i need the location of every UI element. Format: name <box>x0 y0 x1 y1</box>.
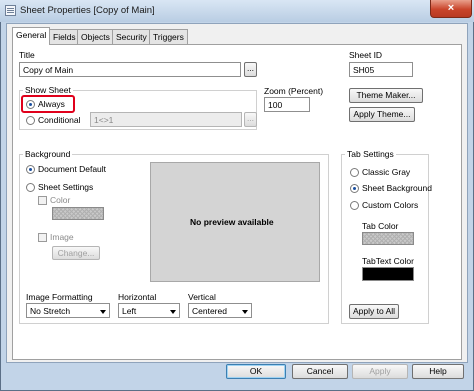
help-button[interactable]: Help <box>412 364 464 379</box>
chevron-down-icon <box>100 310 106 314</box>
tab-settings-label: Tab Settings <box>345 149 396 159</box>
tab-security[interactable]: Security <box>112 29 151 44</box>
horizontal-value: Left <box>122 306 137 316</box>
image-formatting-value: No Stretch <box>30 306 71 316</box>
tab-triggers[interactable]: Triggers <box>149 29 188 44</box>
classic-gray-label[interactable]: Classic Gray <box>362 167 410 177</box>
horizontal-select[interactable]: Left <box>118 303 180 318</box>
conditional-radio[interactable] <box>26 116 35 125</box>
sheet-settings-label[interactable]: Sheet Settings <box>38 182 93 192</box>
condition-expression-button[interactable]: ... <box>244 112 257 127</box>
sheet-background-label[interactable]: Sheet Background <box>362 183 432 193</box>
image-formatting-label: Image Formatting <box>26 292 93 302</box>
tab-color-label: Tab Color <box>362 221 399 231</box>
apply-to-all-button[interactable]: Apply to All <box>349 304 399 319</box>
vertical-select[interactable]: Centered <box>188 303 252 318</box>
background-color-swatch[interactable] <box>52 207 104 220</box>
color-label: Color <box>50 195 71 205</box>
custom-colors-radio[interactable] <box>350 201 359 210</box>
window-title: Sheet Properties [Copy of Main] <box>20 5 155 16</box>
image-formatting-select[interactable]: No Stretch <box>26 303 110 318</box>
conditional-label[interactable]: Conditional <box>38 115 81 125</box>
vertical-value: Centered <box>192 306 227 316</box>
sheet-id-input[interactable]: SH05 <box>349 62 413 77</box>
horizontal-label: Horizontal <box>118 292 157 302</box>
document-default-label[interactable]: Document Default <box>38 164 106 174</box>
preview-text: No preview available <box>190 217 274 227</box>
image-label: Image <box>50 232 74 242</box>
tab-color-swatch[interactable] <box>362 232 414 245</box>
show-sheet-label: Show Sheet <box>23 85 73 95</box>
ok-button[interactable]: OK <box>226 364 286 379</box>
sheet-icon <box>5 5 16 16</box>
sheet-settings-radio[interactable] <box>26 183 35 192</box>
tab-general[interactable]: General <box>12 27 51 45</box>
theme-maker-button[interactable]: Theme Maker... <box>349 88 423 103</box>
apply-theme-button[interactable]: Apply Theme... <box>349 107 415 122</box>
custom-colors-label[interactable]: Custom Colors <box>362 200 418 210</box>
zoom-label: Zoom (Percent) <box>264 86 324 96</box>
cancel-button[interactable]: Cancel <box>292 364 348 379</box>
zoom-input[interactable]: 100 <box>264 97 310 112</box>
vertical-label: Vertical <box>188 292 216 302</box>
title-label: Title <box>19 50 35 60</box>
apply-button[interactable]: Apply <box>352 364 408 379</box>
tab-fields[interactable]: Fields <box>49 29 80 44</box>
image-checkbox[interactable] <box>38 233 47 242</box>
highlight-mark <box>21 95 75 113</box>
close-button[interactable]: × <box>430 0 472 18</box>
title-expression-button[interactable]: ... <box>244 62 257 77</box>
change-image-button[interactable]: Change... <box>52 246 100 260</box>
chevron-down-icon <box>170 310 176 314</box>
document-default-radio[interactable] <box>26 165 35 174</box>
tab-text-color-swatch[interactable] <box>362 267 414 281</box>
sheet-background-radio[interactable] <box>350 184 359 193</box>
classic-gray-radio[interactable] <box>350 168 359 177</box>
tab-objects[interactable]: Objects <box>77 29 114 44</box>
background-label: Background <box>23 149 73 159</box>
tab-text-color-label: TabText Color <box>362 256 414 266</box>
sheet-id-label: Sheet ID <box>349 50 383 60</box>
title-input[interactable]: Copy of Main <box>19 62 241 77</box>
chevron-down-icon <box>242 310 248 314</box>
color-checkbox[interactable] <box>38 196 47 205</box>
condition-input[interactable]: 1<>1 <box>90 112 242 127</box>
